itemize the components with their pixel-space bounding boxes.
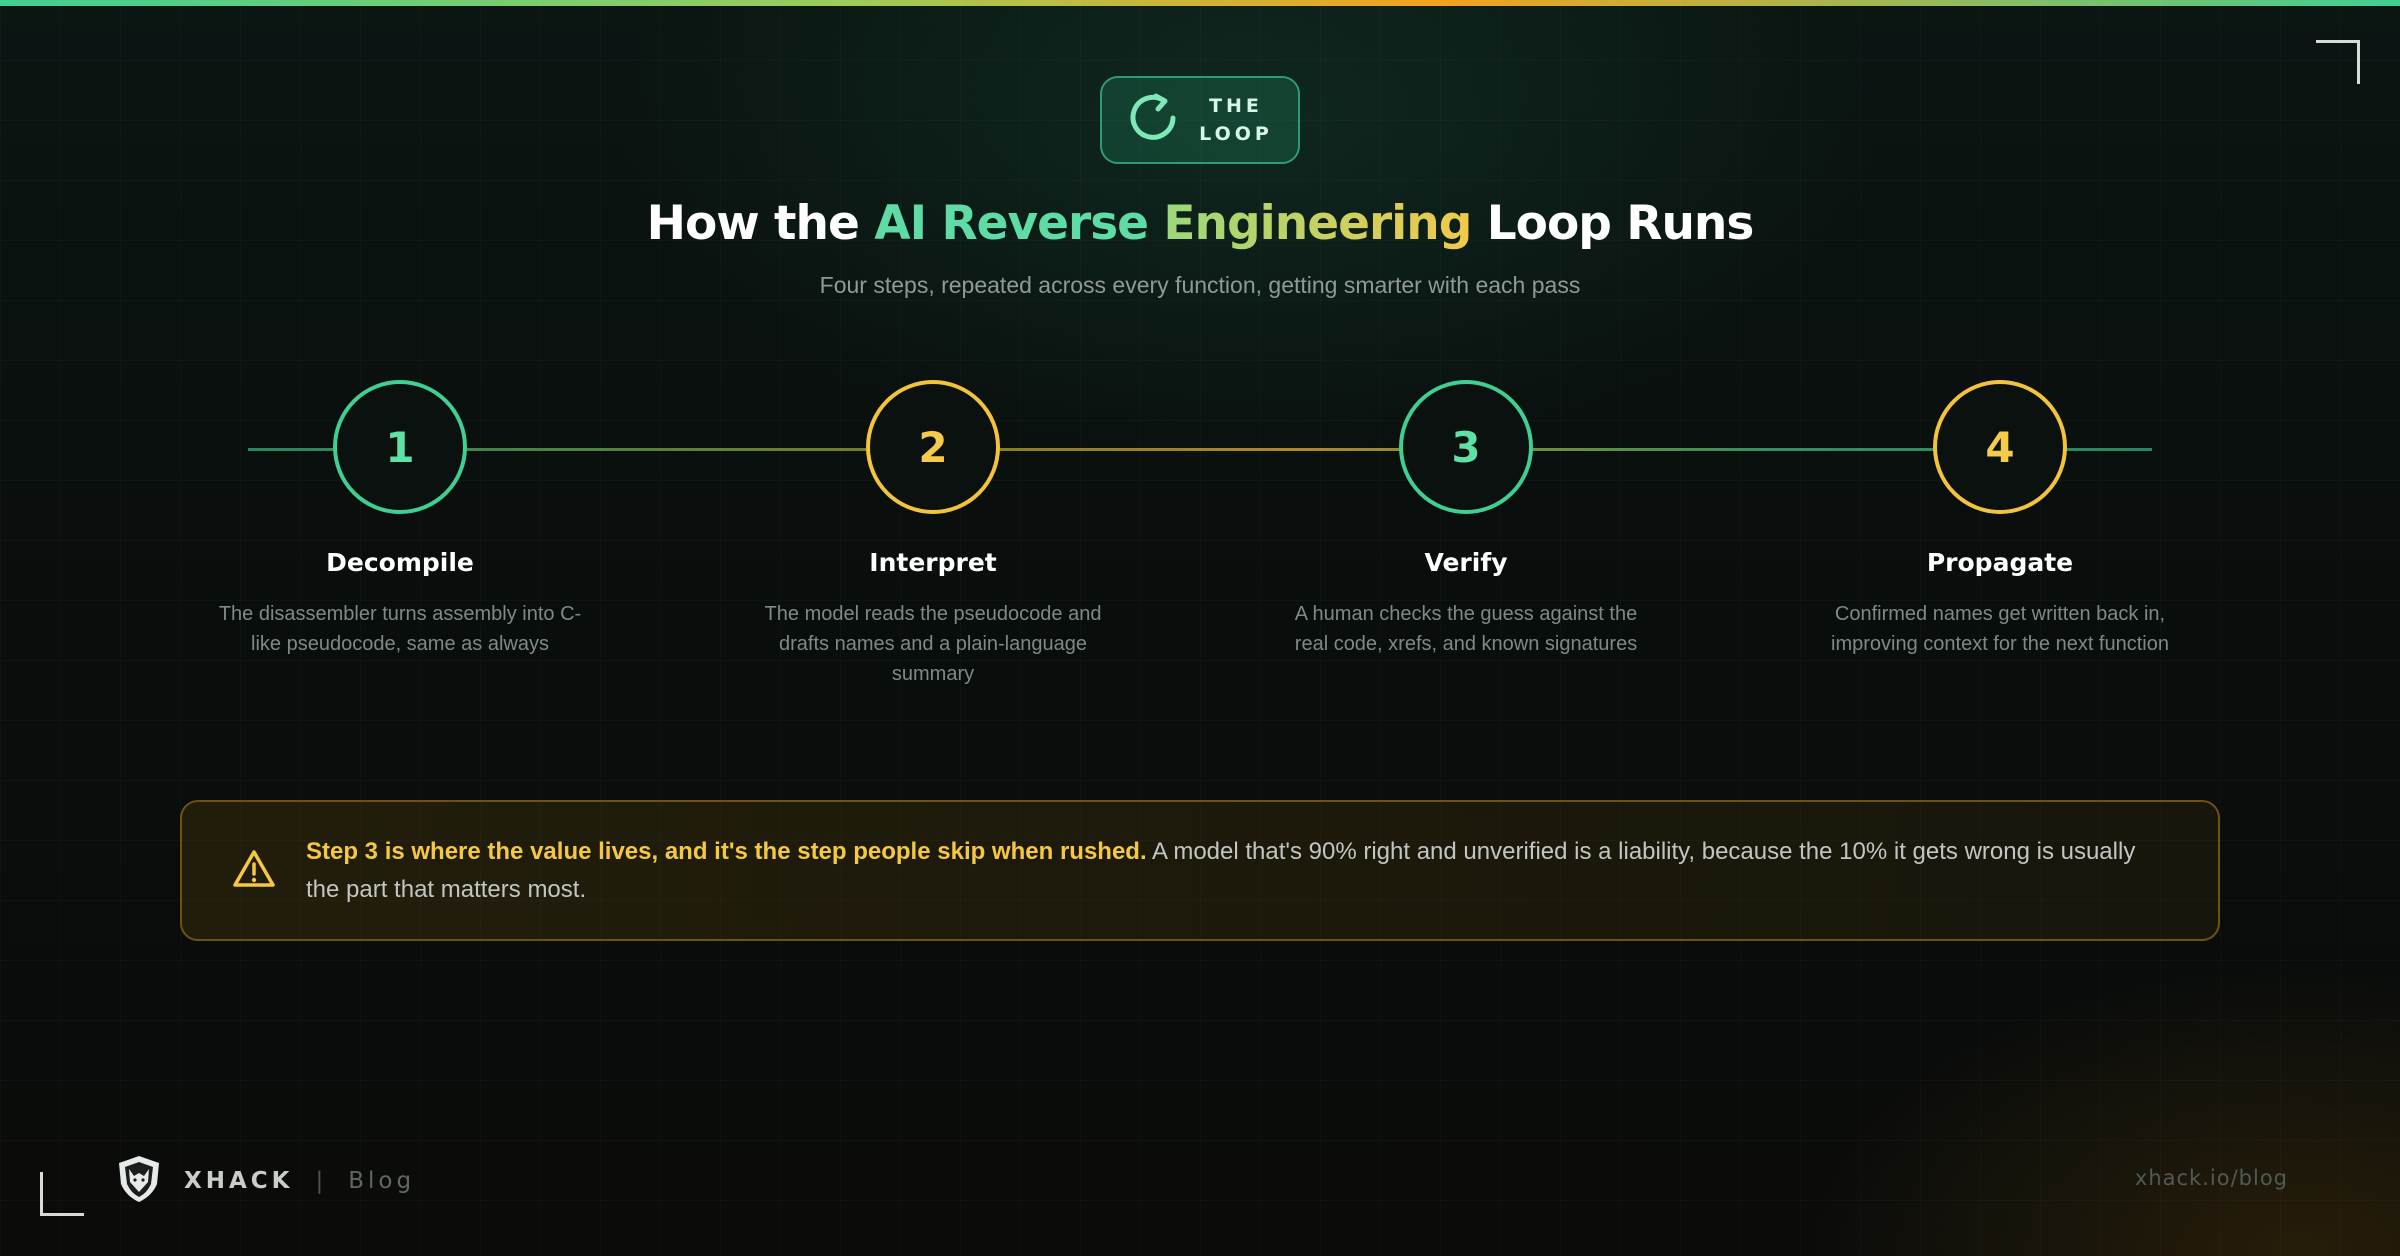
page-subtitle: Four steps, repeated across every functi… (819, 272, 1581, 298)
step-number-circle: 1 (333, 380, 467, 514)
step-propagate: 4 Propagate Confirmed names get written … (1800, 380, 2200, 659)
badge-line-2: LOOP (1199, 123, 1273, 145)
callout-highlight: Step 3 is where the value lives, and it'… (306, 837, 1147, 865)
footer-brand[interactable]: XHACK | Blog (116, 1156, 415, 1206)
step-title: Interpret (869, 548, 997, 577)
brand-section: Blog (348, 1168, 416, 1194)
step-decompile: 1 Decompile The disassembler turns assem… (200, 380, 600, 659)
brand-separator: | (315, 1168, 327, 1194)
page-title: How the AI Reverse Engineering Loop Runs (0, 196, 2400, 251)
step-description: The disassembler turns assembly into C-l… (218, 603, 582, 655)
badge-line-1: THE (1209, 95, 1263, 117)
brand-name: XHACK (184, 1168, 294, 1194)
title-part-2: AI Reverse (874, 196, 1164, 251)
title-part-3: Engineering (1163, 196, 1472, 251)
loop-badge: THE LOOP (1100, 76, 1300, 164)
step-title: Verify (1424, 548, 1508, 577)
loop-arrow-icon (1127, 91, 1181, 149)
top-accent-bar (0, 0, 2400, 6)
step-description: Confirmed names get written back in, imp… (1831, 603, 2169, 655)
corner-bracket-bottom-left (40, 1172, 84, 1216)
step-interpret: 2 Interpret The model reads the pseudoco… (733, 380, 1133, 689)
step-title: Decompile (326, 548, 474, 577)
badge-label: THE LOOP (1199, 92, 1273, 148)
step-number-circle: 2 (866, 380, 1000, 514)
warning-icon (232, 849, 276, 893)
footer-url-link[interactable]: xhack.io/blog (2135, 1166, 2288, 1190)
step-number-circle: 4 (1933, 380, 2067, 514)
title-part-1: How the (646, 196, 875, 251)
step-verify: 3 Verify A human checks the guess agains… (1266, 380, 1666, 659)
step-number-circle: 3 (1399, 380, 1533, 514)
title-part-4: Loop Runs (1471, 196, 1755, 251)
corner-bracket-top-right (2316, 40, 2360, 84)
step-description: A human checks the guess against the rea… (1294, 603, 1638, 655)
step-description: The model reads the pseudocode and draft… (764, 603, 1102, 685)
step-title: Propagate (1926, 548, 2074, 577)
warning-callout: Step 3 is where the value lives, and it'… (180, 800, 2220, 941)
wolf-shield-icon (116, 1154, 162, 1208)
callout-text: Step 3 is where the value lives, and it'… (306, 833, 2158, 909)
